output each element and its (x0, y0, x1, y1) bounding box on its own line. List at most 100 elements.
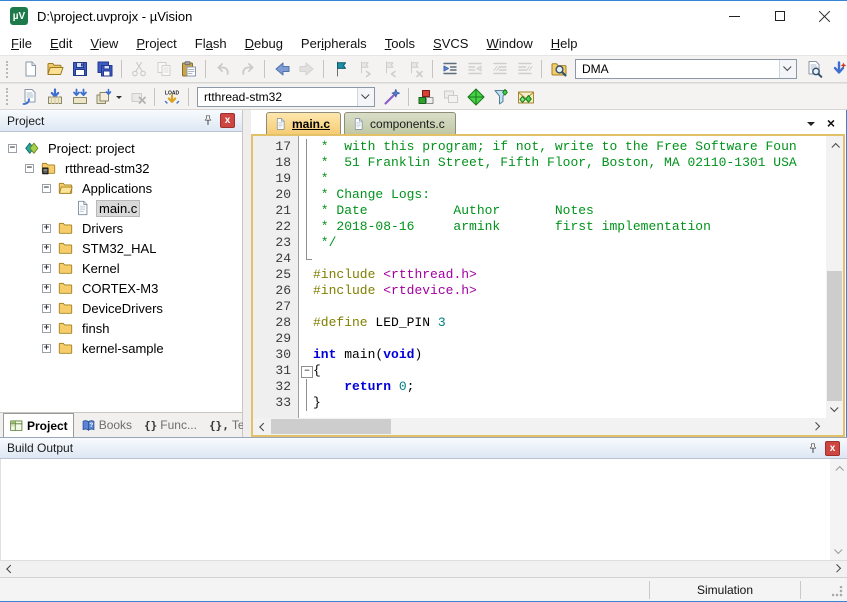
pin-button[interactable] (200, 113, 215, 128)
menu-flash[interactable]: Flash (186, 33, 236, 54)
navigate-back-button[interactable] (269, 57, 294, 81)
menu-file[interactable]: File (2, 33, 41, 54)
expand-icon[interactable]: + (42, 224, 51, 233)
find-combo-value[interactable]: DMA (576, 62, 779, 76)
scroll-up-button[interactable] (830, 459, 847, 476)
scroll-down-button[interactable] (830, 543, 847, 560)
scroll-up-button[interactable] (826, 136, 843, 153)
scroll-right-button[interactable] (830, 561, 847, 577)
select-software-packs-button[interactable] (488, 85, 513, 109)
batch-build-button[interactable] (92, 85, 125, 109)
vertical-scroll-thumb[interactable] (827, 271, 842, 401)
pack-installer-button[interactable] (513, 85, 538, 109)
panel-tab-label: Project (27, 419, 68, 433)
build-output-vertical-scrollbar[interactable] (830, 459, 847, 560)
expand-icon[interactable]: + (42, 284, 51, 293)
tree-item-kernel[interactable]: +Kernel (0, 258, 242, 278)
indent-button[interactable] (437, 57, 462, 81)
panel-tab-books[interactable]: ?Books (76, 413, 137, 437)
toolbar-grip[interactable] (6, 88, 10, 105)
tree-item-applications[interactable]: −Applications (0, 178, 242, 198)
scroll-left-button[interactable] (0, 561, 17, 577)
build-output-close-button[interactable]: x (825, 441, 840, 456)
fold-toggle-icon[interactable] (300, 363, 313, 379)
options-for-target-button[interactable] (379, 85, 404, 109)
collapse-icon[interactable]: − (25, 164, 34, 173)
menu-debug[interactable]: Debug (236, 33, 292, 54)
rebuild-button[interactable] (67, 85, 92, 109)
target-select-combo[interactable]: rtthread-stm32 (197, 87, 375, 107)
editor-horizontal-scrollbar[interactable] (253, 418, 826, 435)
toolbar-grip[interactable] (6, 61, 10, 78)
expand-icon[interactable]: + (42, 304, 51, 313)
code-fold-column[interactable] (300, 136, 313, 418)
tree-item-stm32-hal[interactable]: +STM32_HAL (0, 238, 242, 258)
find-combo-dropdown-button[interactable] (779, 60, 796, 78)
panel-tab-project[interactable]: Project (3, 413, 74, 437)
run-time-environment-button[interactable] (463, 85, 488, 109)
collapse-icon[interactable]: − (42, 184, 51, 193)
pin-button[interactable] (805, 441, 820, 456)
manage-rte-button[interactable] (413, 85, 438, 109)
expand-icon[interactable]: + (42, 244, 51, 253)
panel-tab-func-[interactable]: {}Func... (139, 413, 202, 437)
tab-components-c[interactable]: components.c (344, 112, 456, 134)
minimize-button[interactable] (712, 1, 757, 31)
menu-peripherals[interactable]: Peripherals (292, 33, 376, 54)
close-button[interactable] (802, 1, 847, 31)
menu-tools[interactable]: Tools (376, 33, 424, 54)
project-panel-close-button[interactable]: x (220, 113, 235, 128)
horizontal-scroll-thumb[interactable] (271, 419, 391, 434)
tree-item-devicedrivers[interactable]: +DeviceDrivers (0, 298, 242, 318)
code-editor[interactable]: * with this program; if not, write to th… (313, 136, 826, 418)
menu-project[interactable]: Project (127, 33, 185, 54)
open-file-button[interactable] (42, 57, 67, 81)
save-button[interactable] (67, 57, 92, 81)
menu-help[interactable]: Help (542, 33, 587, 54)
target-select-combo-value[interactable]: rtthread-stm32 (198, 90, 357, 104)
find-combo[interactable]: DMA (575, 59, 797, 79)
file-icon (352, 117, 365, 131)
save-all-button[interactable] (92, 57, 117, 81)
tab-main-c[interactable]: main.c (266, 112, 341, 134)
tree-item-drivers[interactable]: +Drivers (0, 218, 242, 238)
scroll-left-button[interactable] (253, 418, 270, 435)
maximize-button[interactable] (757, 1, 802, 31)
collapse-icon[interactable]: − (8, 144, 17, 153)
expand-icon[interactable]: + (42, 344, 51, 353)
download-button[interactable]: LOAD (159, 85, 184, 109)
chevron-up-icon (831, 142, 839, 150)
find-in-files-button[interactable] (546, 57, 571, 81)
menu-edit[interactable]: Edit (41, 33, 81, 54)
tree-item-rtthread-stm32[interactable]: −rtthread-stm32 (0, 158, 242, 178)
project-panel-header: Project x (0, 110, 242, 132)
scroll-down-button[interactable] (826, 401, 843, 418)
build-output-content[interactable] (0, 459, 847, 560)
tree-item-project-project[interactable]: −Project: project (0, 138, 242, 158)
expand-icon[interactable]: + (42, 264, 51, 273)
menu-view[interactable]: View (81, 33, 127, 54)
build-button[interactable] (42, 85, 67, 109)
resize-grip[interactable] (801, 578, 847, 601)
translate-button[interactable] (17, 85, 42, 109)
new-file-button[interactable] (17, 57, 42, 81)
close-document-icon[interactable]: × (827, 116, 835, 130)
document-list-dropdown-icon[interactable] (807, 122, 815, 130)
build-output-horizontal-scrollbar[interactable] (0, 560, 847, 577)
expand-icon[interactable]: + (42, 324, 51, 333)
panel-splitter[interactable] (243, 110, 251, 437)
scroll-right-button[interactable] (809, 418, 826, 435)
incremental-find-button[interactable] (826, 57, 847, 81)
tree-item-cortex-m3[interactable]: +CORTEX-M3 (0, 278, 242, 298)
batch-build-button-caret-icon[interactable] (116, 96, 122, 102)
tree-item-main-c[interactable]: main.c (0, 198, 242, 218)
menu-svcs[interactable]: SVCS (424, 33, 477, 54)
editor-vertical-scrollbar[interactable] (826, 136, 843, 418)
find-in-files-dialog-button[interactable] (801, 57, 826, 81)
target-select-combo-dropdown-button[interactable] (357, 88, 374, 106)
menu-window[interactable]: Window (477, 33, 541, 54)
tree-item-finsh[interactable]: +finsh (0, 318, 242, 338)
insert-bookmark-button[interactable] (328, 57, 353, 81)
paste-button[interactable] (176, 57, 201, 81)
tree-item-kernel-sample[interactable]: +kernel-sample (0, 338, 242, 358)
